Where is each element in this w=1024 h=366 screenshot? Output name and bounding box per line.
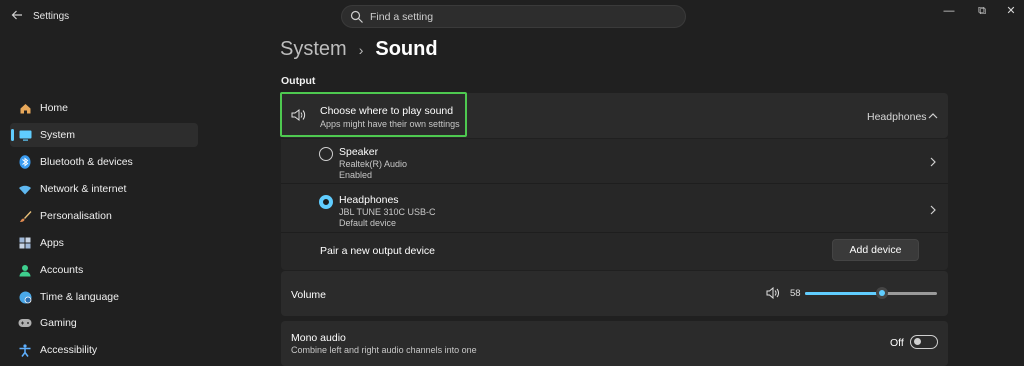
- sidebar-item-label: Gaming: [40, 317, 77, 329]
- chevron-right-icon: ›: [358, 41, 364, 58]
- mono-audio-subtitle: Combine left and right audio channels in…: [291, 345, 477, 355]
- mono-audio-state: Off: [890, 337, 904, 349]
- toggle-knob: [914, 338, 921, 345]
- sidebar-item-label: Accessibility: [40, 344, 98, 356]
- volume-value: 58: [790, 288, 801, 299]
- active-indicator: [11, 129, 14, 141]
- volume-slider-fill: [805, 292, 882, 295]
- system-icon: [18, 128, 32, 142]
- volume-label: Volume: [291, 289, 327, 301]
- bluetooth-icon: [18, 155, 32, 169]
- chevron-right-icon[interactable]: [930, 157, 936, 170]
- selected-output-value: Headphones: [867, 111, 927, 123]
- close-button[interactable]: ✕: [1001, 4, 1021, 18]
- sidebar-item-label: Network & internet: [40, 183, 127, 195]
- pair-device-label: Pair a new output device: [320, 245, 435, 257]
- choose-output-subtitle: Apps might have their own settings: [320, 119, 460, 129]
- app-title: Settings: [33, 11, 70, 22]
- search-input[interactable]: Find a setting: [370, 11, 433, 23]
- minimize-button[interactable]: —: [939, 4, 959, 18]
- sidebar-item-label: Accounts: [40, 264, 84, 276]
- sidebar-item-label: Home: [40, 102, 69, 114]
- brush-icon: [18, 209, 32, 223]
- sidebar-item-system[interactable]: System: [10, 123, 198, 147]
- device-name: Speaker: [339, 146, 379, 158]
- breadcrumb: System › Sound: [280, 38, 438, 61]
- accessibility-icon: [18, 343, 32, 357]
- search-box[interactable]: Find a setting: [341, 5, 686, 28]
- globe-clock-icon: [18, 290, 32, 304]
- sidebar-item-accessibility[interactable]: Accessibility: [10, 338, 198, 362]
- mono-audio-title: Mono audio: [291, 332, 346, 344]
- back-button[interactable]: [8, 8, 26, 26]
- radio-speaker[interactable]: [319, 147, 333, 161]
- sidebar-item-bluetooth[interactable]: Bluetooth & devices: [10, 150, 198, 174]
- device-detail: Realtek(R) Audio: [339, 159, 408, 169]
- page-title: Sound: [375, 38, 438, 60]
- section-title-output: Output: [281, 75, 316, 87]
- sidebar-item-label: System: [40, 129, 76, 141]
- device-status: Enabled: [339, 170, 373, 180]
- volume-slider-thumb[interactable]: [875, 287, 888, 299]
- device-detail: JBL TUNE 310C USB-C: [339, 207, 436, 217]
- mono-audio-toggle[interactable]: [910, 335, 938, 349]
- home-icon: [18, 101, 32, 115]
- sidebar-item-label: Personalisation: [40, 210, 112, 222]
- sidebar-item-gaming[interactable]: Gaming: [10, 311, 198, 335]
- device-status: Default device: [339, 218, 397, 228]
- account-icon: [18, 263, 32, 277]
- sidebar-item-label: Bluetooth & devices: [40, 156, 133, 168]
- volume-icon[interactable]: [766, 286, 780, 302]
- radio-headphones[interactable]: [319, 195, 333, 209]
- gamepad-icon: [18, 316, 32, 330]
- speaker-icon: [291, 109, 307, 124]
- maximize-button[interactable]: ⧉: [972, 4, 992, 18]
- sidebar-item-network[interactable]: Network & internet: [10, 177, 198, 201]
- device-name: Headphones: [339, 194, 399, 206]
- search-icon: [350, 10, 364, 24]
- chevron-up-icon[interactable]: [928, 111, 938, 123]
- choose-output-title: Choose where to play sound: [320, 105, 454, 117]
- wifi-icon: [18, 182, 32, 196]
- back-arrow-icon: [11, 10, 22, 20]
- apps-icon: [18, 236, 32, 250]
- sidebar-item-apps[interactable]: Apps: [10, 231, 198, 255]
- sidebar-item-time-language[interactable]: Time & language: [10, 285, 198, 309]
- sidebar-item-home[interactable]: Home: [10, 96, 198, 120]
- breadcrumb-parent[interactable]: System: [280, 38, 347, 61]
- sidebar-item-label: Time & language: [40, 291, 119, 303]
- sidebar-item-accounts[interactable]: Accounts: [10, 258, 198, 282]
- sidebar-item-label: Apps: [40, 237, 64, 249]
- add-device-button[interactable]: Add device: [832, 239, 919, 261]
- sidebar-item-personalisation[interactable]: Personalisation: [10, 204, 198, 228]
- chevron-right-icon[interactable]: [930, 205, 936, 218]
- mono-audio-card: [281, 321, 948, 366]
